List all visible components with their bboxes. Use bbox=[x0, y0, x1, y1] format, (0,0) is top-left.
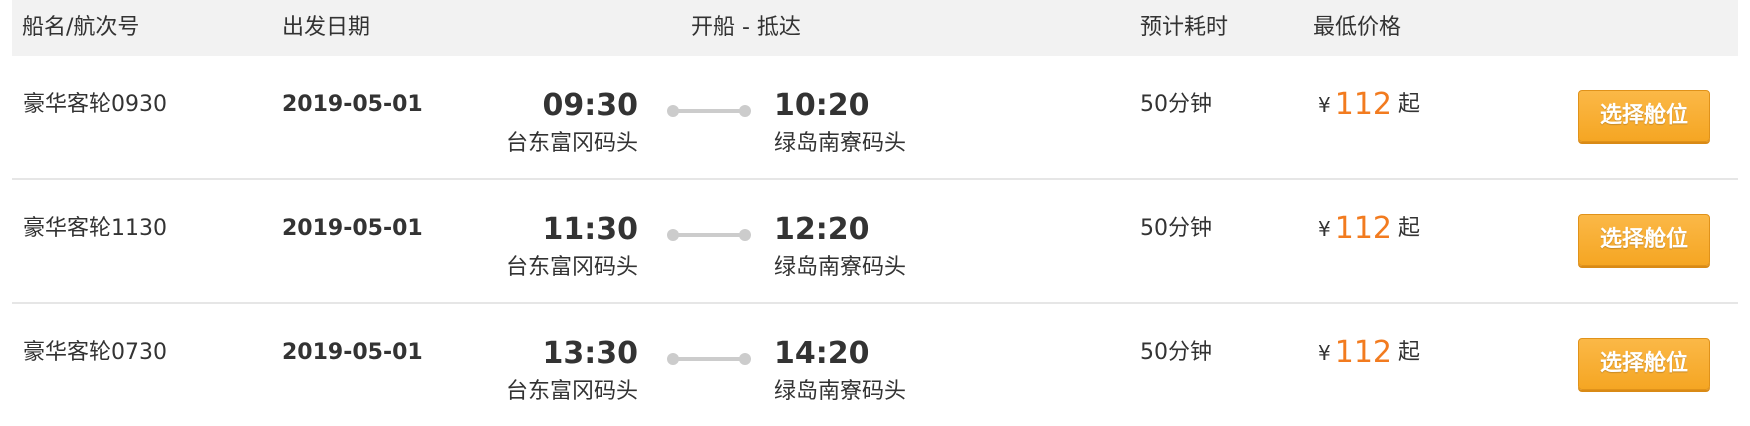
departure-date: 2019-05-01 bbox=[282, 92, 423, 117]
header-duration: 预计耗时 bbox=[1140, 15, 1229, 40]
arrival-time: 10:20 bbox=[774, 88, 870, 123]
ship-name: 豪华客轮0730 bbox=[23, 340, 167, 365]
select-cabin-button[interactable]: 选择舱位 bbox=[1578, 214, 1710, 266]
duration: 50分钟 bbox=[1140, 92, 1212, 117]
ferry-schedule-table: 船名/航次号 出发日期 开船 - 抵达 预计耗时 最低价格 豪华客轮0930 2… bbox=[0, 0, 1750, 426]
price: ¥112 起 bbox=[1318, 335, 1420, 375]
arrival-time: 12:20 bbox=[774, 212, 870, 247]
price-amount: 112 bbox=[1334, 211, 1392, 246]
route-line-icon bbox=[667, 105, 751, 117]
price: ¥112 起 bbox=[1318, 87, 1420, 127]
departure-port: 台东富冈码头 bbox=[505, 379, 638, 404]
header-date: 出发日期 bbox=[282, 15, 371, 40]
currency-symbol: ¥ bbox=[1318, 217, 1331, 241]
price-amount: 112 bbox=[1334, 335, 1392, 370]
header-route: 开船 - 抵达 bbox=[691, 15, 801, 40]
price-amount: 112 bbox=[1334, 87, 1392, 122]
arrival-port: 绿岛南寮码头 bbox=[774, 131, 907, 156]
route-line-icon bbox=[667, 353, 751, 365]
price-suffix: 起 bbox=[1398, 340, 1421, 365]
currency-symbol: ¥ bbox=[1318, 93, 1331, 117]
duration: 50分钟 bbox=[1140, 216, 1212, 241]
ship-name: 豪华客轮0930 bbox=[23, 92, 167, 117]
select-cabin-button[interactable]: 选择舱位 bbox=[1578, 90, 1710, 142]
departure-time: 11:30 bbox=[542, 212, 639, 247]
departure-time: 13:30 bbox=[542, 336, 639, 371]
duration: 50分钟 bbox=[1140, 340, 1212, 365]
departure-port: 台东富冈码头 bbox=[505, 255, 638, 280]
arrival-time: 14:20 bbox=[774, 336, 870, 371]
table-row: 豪华客轮0730 2019-05-01 13:30 台东富冈码头 14:20 绿… bbox=[12, 304, 1738, 426]
price: ¥112 起 bbox=[1318, 211, 1420, 251]
header-price: 最低价格 bbox=[1313, 15, 1402, 40]
departure-date: 2019-05-01 bbox=[282, 340, 423, 365]
select-cabin-button[interactable]: 选择舱位 bbox=[1578, 338, 1710, 390]
table-header: 船名/航次号 出发日期 开船 - 抵达 预计耗时 最低价格 bbox=[12, 0, 1738, 56]
header-ship-name: 船名/航次号 bbox=[22, 15, 140, 40]
departure-time: 09:30 bbox=[542, 88, 639, 123]
arrival-port: 绿岛南寮码头 bbox=[774, 379, 907, 404]
table-row: 豪华客轮0930 2019-05-01 09:30 台东富冈码头 10:20 绿… bbox=[12, 56, 1738, 180]
price-suffix: 起 bbox=[1398, 92, 1421, 117]
route-line-icon bbox=[667, 229, 751, 241]
ship-name: 豪华客轮1130 bbox=[23, 216, 167, 241]
currency-symbol: ¥ bbox=[1318, 341, 1331, 365]
departure-port: 台东富冈码头 bbox=[505, 131, 638, 156]
price-suffix: 起 bbox=[1398, 216, 1421, 241]
table-row: 豪华客轮1130 2019-05-01 11:30 台东富冈码头 12:20 绿… bbox=[12, 180, 1738, 304]
arrival-port: 绿岛南寮码头 bbox=[774, 255, 907, 280]
departure-date: 2019-05-01 bbox=[282, 216, 423, 241]
